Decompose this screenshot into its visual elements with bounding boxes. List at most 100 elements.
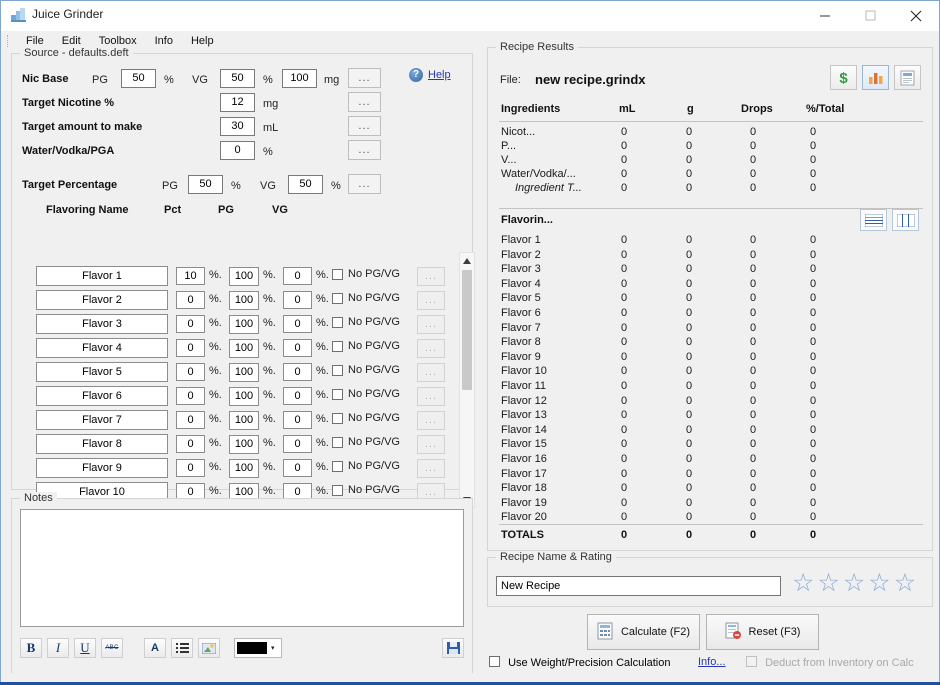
flavor-name-input[interactable]: Flavor 8 xyxy=(36,434,168,454)
flavor-name-input[interactable]: Flavor 1 xyxy=(36,266,168,286)
recipe-name-input[interactable]: New Recipe xyxy=(496,576,781,596)
flavor-vg-input[interactable]: 0 xyxy=(283,339,312,357)
flavor-pct-input[interactable]: 0 xyxy=(176,411,205,429)
cost-button[interactable]: $ xyxy=(830,65,857,90)
bullet-list-button[interactable] xyxy=(171,638,193,658)
flavor-options-button[interactable]: ... xyxy=(417,291,445,310)
flavor-pg-input[interactable]: 100 xyxy=(229,291,259,310)
flavor-pg-input[interactable]: 100 xyxy=(229,339,259,358)
target-nicotine-input[interactable]: 12 xyxy=(220,93,255,112)
flavor-options-button[interactable]: ... xyxy=(417,459,445,478)
help-link[interactable]: Help xyxy=(428,69,451,81)
no-pgvg-checkbox[interactable] xyxy=(332,437,343,448)
flavoring-scrollbar[interactable] xyxy=(459,252,475,508)
reset-button[interactable]: Reset (F3) xyxy=(706,614,819,650)
no-pgvg-checkbox[interactable] xyxy=(332,293,343,304)
notes-textarea[interactable] xyxy=(20,509,464,627)
flavor-pct-input[interactable]: 0 xyxy=(176,459,205,477)
no-pgvg-checkbox[interactable] xyxy=(332,461,343,472)
column-layout-button[interactable] xyxy=(892,209,919,231)
no-pgvg-checkbox[interactable] xyxy=(332,389,343,400)
flavor-name-input[interactable]: Flavor 3 xyxy=(36,314,168,334)
row-layout-button[interactable] xyxy=(860,209,887,231)
flavor-vg-input[interactable]: 0 xyxy=(283,363,312,381)
water-vodka-pga-input[interactable]: 0 xyxy=(220,141,255,160)
strikethrough-button[interactable]: ABC xyxy=(101,638,123,658)
flavor-vg-input[interactable]: 0 xyxy=(283,435,312,453)
flavor-name-input[interactable]: Flavor 2 xyxy=(36,290,168,310)
menu-item-info[interactable]: Info xyxy=(146,33,182,49)
flavor-vg-input[interactable]: 0 xyxy=(283,387,312,405)
info-link[interactable]: Info... xyxy=(698,656,726,668)
no-pgvg-checkbox[interactable] xyxy=(332,365,343,376)
flavor-pg-input[interactable]: 100 xyxy=(229,459,259,478)
target-amount-input[interactable]: 30 xyxy=(220,117,255,136)
flavor-pct-input[interactable]: 0 xyxy=(176,435,205,453)
chart-button[interactable] xyxy=(862,65,889,90)
flavor-name-input[interactable]: Flavor 5 xyxy=(36,362,168,382)
calculate-button[interactable]: Calculate (F2) xyxy=(587,614,700,650)
flavor-name-input[interactable]: Flavor 6 xyxy=(36,386,168,406)
minimize-button[interactable] xyxy=(803,1,848,30)
target-pct-vg-input[interactable]: 50 xyxy=(288,175,323,194)
flavor-pct-input[interactable]: 0 xyxy=(176,339,205,357)
rating-star[interactable]: ☆ xyxy=(868,571,890,596)
underline-button[interactable]: U xyxy=(74,638,96,658)
menu-item-help[interactable]: Help xyxy=(182,33,223,49)
text-color-picker[interactable]: ▾ xyxy=(234,638,282,658)
flavor-name-input[interactable]: Flavor 9 xyxy=(36,458,168,478)
flavor-pg-input[interactable]: 100 xyxy=(229,411,259,430)
flavor-options-button[interactable]: ... xyxy=(417,363,445,382)
flavor-pg-input[interactable]: 100 xyxy=(229,315,259,334)
target-percentage-options-button[interactable]: ... xyxy=(348,174,381,194)
flavor-options-button[interactable]: ... xyxy=(417,387,445,406)
no-pgvg-checkbox[interactable] xyxy=(332,341,343,352)
no-pgvg-checkbox[interactable] xyxy=(332,485,343,496)
flavor-pg-input[interactable]: 100 xyxy=(229,387,259,406)
flavor-vg-input[interactable]: 0 xyxy=(283,459,312,477)
rating-star[interactable]: ☆ xyxy=(843,571,865,596)
rating-star[interactable]: ☆ xyxy=(894,571,916,596)
target-nicotine-options-button[interactable]: ... xyxy=(348,92,381,112)
nic-base-options-button[interactable]: ... xyxy=(348,68,381,88)
flavor-pct-input[interactable]: 10 xyxy=(176,267,205,285)
bold-button[interactable]: B xyxy=(20,638,42,658)
save-note-button[interactable] xyxy=(442,638,464,658)
flavor-options-button[interactable]: ... xyxy=(417,411,445,430)
target-pct-pg-input[interactable]: 50 xyxy=(188,175,223,194)
flavor-name-input[interactable]: Flavor 4 xyxy=(36,338,168,358)
use-weight-checkbox-row[interactable]: Use Weight/Precision Calculation xyxy=(489,656,671,669)
no-pgvg-checkbox[interactable] xyxy=(332,317,343,328)
target-amount-options-button[interactable]: ... xyxy=(348,116,381,136)
flavor-options-button[interactable]: ... xyxy=(417,267,445,286)
flavor-pct-input[interactable]: 0 xyxy=(176,315,205,333)
scrollbar-thumb[interactable] xyxy=(462,270,472,390)
nic-base-vg-input[interactable]: 50 xyxy=(220,69,255,88)
flavor-pct-input[interactable]: 0 xyxy=(176,387,205,405)
no-pgvg-checkbox[interactable] xyxy=(332,413,343,424)
flavor-vg-input[interactable]: 0 xyxy=(283,315,312,333)
flavor-options-button[interactable]: ... xyxy=(417,315,445,334)
flavor-vg-input[interactable]: 0 xyxy=(283,291,312,309)
insert-image-button[interactable] xyxy=(198,638,220,658)
flavor-options-button[interactable]: ... xyxy=(417,435,445,454)
flavor-pg-input[interactable]: 100 xyxy=(229,363,259,382)
water-vodka-pga-options-button[interactable]: ... xyxy=(348,140,381,160)
use-weight-checkbox[interactable] xyxy=(489,656,500,667)
rating-stars[interactable]: ☆ ☆ ☆ ☆ ☆ xyxy=(792,571,916,596)
nic-base-pg-input[interactable]: 50 xyxy=(121,69,156,88)
maximize-button[interactable] xyxy=(848,1,893,30)
flavor-options-button[interactable]: ... xyxy=(417,339,445,358)
flavor-pg-input[interactable]: 100 xyxy=(229,267,259,286)
rating-star[interactable]: ☆ xyxy=(792,571,814,596)
flavor-vg-input[interactable]: 0 xyxy=(283,267,312,285)
font-color-button[interactable]: A xyxy=(144,638,166,658)
close-button[interactable] xyxy=(893,1,939,30)
scroll-up-icon[interactable] xyxy=(460,253,474,268)
flavor-pct-input[interactable]: 0 xyxy=(176,363,205,381)
report-button[interactable] xyxy=(894,65,921,90)
flavor-pct-input[interactable]: 0 xyxy=(176,291,205,309)
no-pgvg-checkbox[interactable] xyxy=(332,269,343,280)
italic-button[interactable]: I xyxy=(47,638,69,658)
flavor-name-input[interactable]: Flavor 7 xyxy=(36,410,168,430)
